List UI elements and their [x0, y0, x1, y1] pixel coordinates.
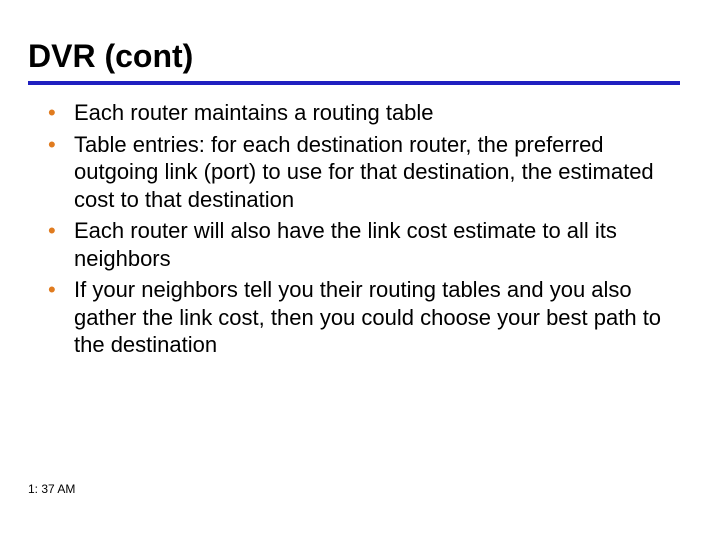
bullet-item: Each router maintains a routing table: [48, 99, 670, 127]
slide: DVR (cont) Each router maintains a routi…: [0, 0, 720, 540]
footer-timestamp: 1: 37 AM: [28, 482, 75, 496]
slide-title: DVR (cont): [28, 38, 680, 77]
bullet-list: Each router maintains a routing table Ta…: [28, 99, 680, 359]
title-underline: [28, 81, 680, 85]
bullet-item: Table entries: for each destination rout…: [48, 131, 670, 214]
bullet-item: Each router will also have the link cost…: [48, 217, 670, 272]
bullet-item: If your neighbors tell you their routing…: [48, 276, 670, 359]
